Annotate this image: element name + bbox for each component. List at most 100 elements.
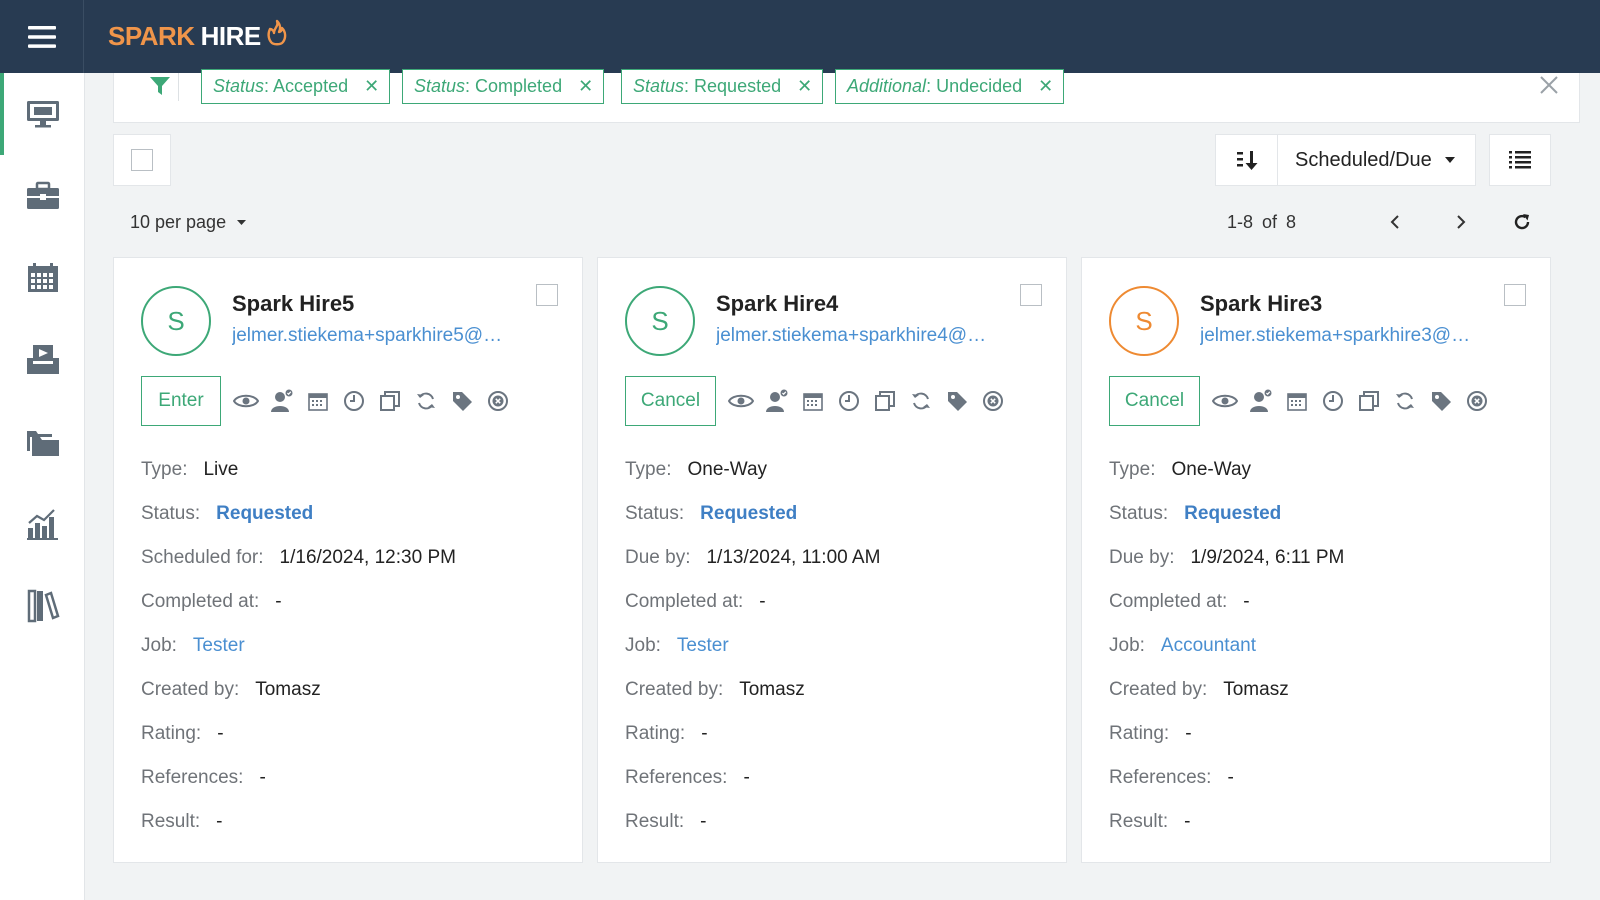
- sidebar-item-review[interactable]: [0, 319, 85, 401]
- tag-button[interactable]: [1428, 388, 1454, 414]
- remove-filter-icon[interactable]: ✕: [1038, 76, 1053, 97]
- resend-button[interactable]: [1392, 388, 1418, 414]
- sort-direction-button[interactable]: [1216, 135, 1278, 185]
- field-label: Rating:: [1109, 723, 1170, 744]
- remove-filter-icon[interactable]: ✕: [797, 76, 812, 97]
- field-completed: Completed at: -: [625, 580, 880, 624]
- field-job: Job: Tester: [141, 624, 456, 668]
- clock-icon: [344, 391, 364, 411]
- cancel-button[interactable]: Cancel: [1109, 376, 1200, 426]
- filter-chip[interactable]: Additional : Undecided ✕: [835, 69, 1065, 104]
- reschedule-button[interactable]: [1284, 388, 1310, 414]
- resend-button[interactable]: [908, 388, 934, 414]
- field-status: Status: Requested: [141, 492, 456, 536]
- sidebar-item-library[interactable]: [0, 565, 85, 647]
- sidebar-item-jobs[interactable]: [0, 155, 85, 237]
- field-value: Tomasz: [739, 679, 805, 700]
- candidate-email-link[interactable]: jelmer.stiekema+sparkhire5@…: [232, 325, 532, 347]
- reschedule-button[interactable]: [305, 388, 331, 414]
- filter-chip-key: Additional: [847, 76, 927, 96]
- filter-chip[interactable]: Status : Requested ✕: [621, 69, 824, 104]
- tag-icon: [1432, 392, 1451, 411]
- duplicate-button[interactable]: [872, 388, 898, 414]
- delete-button[interactable]: [485, 388, 511, 414]
- logo-text-spark: SPARK: [108, 20, 195, 51]
- extend-deadline-button[interactable]: [1320, 388, 1346, 414]
- extend-deadline-button[interactable]: [341, 388, 367, 414]
- remove-circle-icon: [488, 391, 508, 411]
- view-button[interactable]: [728, 388, 754, 414]
- per-page-dropdown[interactable]: 10 per page: [130, 209, 247, 235]
- duplicate-button[interactable]: [1356, 388, 1382, 414]
- sort-field-dropdown[interactable]: Scheduled/Due: [1278, 135, 1475, 185]
- filter-button[interactable]: [140, 73, 180, 99]
- sidebar-item-files[interactable]: [0, 401, 85, 483]
- field-value: 1/16/2024, 12:30 PM: [279, 547, 456, 568]
- delete-button[interactable]: [1464, 388, 1490, 414]
- assign-reviewer-button[interactable]: [269, 388, 295, 414]
- cancel-button[interactable]: Cancel: [625, 376, 716, 426]
- tag-button[interactable]: [944, 388, 970, 414]
- field-value: One-Way: [1171, 459, 1252, 480]
- enter-button[interactable]: Enter: [141, 376, 221, 426]
- refresh-button[interactable]: [1509, 209, 1535, 235]
- user-check-icon: [271, 389, 293, 412]
- tag-button[interactable]: [449, 388, 475, 414]
- logo-text-hire: HIRE: [200, 20, 262, 51]
- next-page-button[interactable]: [1448, 209, 1474, 235]
- filter-chip-key: Status: [414, 76, 466, 96]
- field-value: -: [700, 811, 707, 832]
- sidebar-item-interviews[interactable]: [0, 73, 85, 155]
- assign-reviewer-button[interactable]: [1248, 388, 1274, 414]
- user-check-icon: [1250, 389, 1272, 412]
- select-all-checkbox[interactable]: [131, 149, 153, 171]
- status-value: Requested: [700, 503, 798, 524]
- field-label: References:: [141, 767, 244, 788]
- candidate-email-link[interactable]: jelmer.stiekema+sparkhire3@…: [1200, 325, 1500, 347]
- avatar: S: [141, 286, 211, 356]
- filter-chip[interactable]: Status : Accepted ✕: [201, 69, 391, 104]
- duplicate-button[interactable]: [377, 388, 403, 414]
- field-references: References: -: [1109, 756, 1344, 800]
- filter-chip[interactable]: Status : Completed ✕: [402, 69, 605, 104]
- field-result: Result: -: [625, 800, 880, 844]
- status-value: Requested: [1184, 503, 1282, 524]
- field-value: -: [1184, 811, 1191, 832]
- reschedule-button[interactable]: [800, 388, 826, 414]
- library-icon: [27, 589, 60, 623]
- remove-filter-icon[interactable]: ✕: [578, 76, 593, 97]
- card-select-checkbox[interactable]: [1504, 284, 1526, 306]
- calendar-icon: [1287, 393, 1307, 411]
- list-view-button[interactable]: [1489, 134, 1551, 186]
- job-link[interactable]: Accountant: [1161, 635, 1256, 657]
- folders-icon: [26, 431, 59, 456]
- field-value: 1/13/2024, 11:00 AM: [706, 547, 881, 568]
- card-details: Type: One-Way Status: Requested Due by: 1/9…: [1109, 448, 1344, 844]
- view-button[interactable]: [1212, 388, 1238, 414]
- sync-icon: [912, 392, 930, 410]
- field-label: Completed at:: [1109, 591, 1228, 612]
- sidebar-item-analytics[interactable]: [0, 483, 85, 565]
- menu-button[interactable]: [0, 0, 84, 73]
- card-actions: [233, 386, 521, 416]
- field-job: Job: Accountant: [1109, 624, 1344, 668]
- candidate-name: Spark Hire5: [232, 291, 355, 316]
- delete-button[interactable]: [980, 388, 1006, 414]
- field-job: Job: Tester: [625, 624, 880, 668]
- view-button[interactable]: [233, 388, 259, 414]
- field-label: Rating:: [141, 723, 202, 744]
- assign-reviewer-button[interactable]: [764, 388, 790, 414]
- card-select-checkbox[interactable]: [536, 284, 558, 306]
- candidate-email-link[interactable]: jelmer.stiekema+sparkhire4@…: [716, 325, 1016, 347]
- job-link[interactable]: Tester: [193, 635, 245, 657]
- resend-button[interactable]: [413, 388, 439, 414]
- clear-filters-button[interactable]: [1537, 73, 1561, 97]
- card-select-checkbox[interactable]: [1020, 284, 1042, 306]
- extend-deadline-button[interactable]: [836, 388, 862, 414]
- flame-icon: [267, 19, 287, 46]
- remove-filter-icon[interactable]: ✕: [364, 76, 379, 97]
- sidebar-item-calendar[interactable]: [0, 237, 85, 319]
- app-logo[interactable]: SPARK HIRE: [108, 16, 289, 56]
- previous-page-button[interactable]: [1382, 209, 1408, 235]
- job-link[interactable]: Tester: [677, 635, 729, 657]
